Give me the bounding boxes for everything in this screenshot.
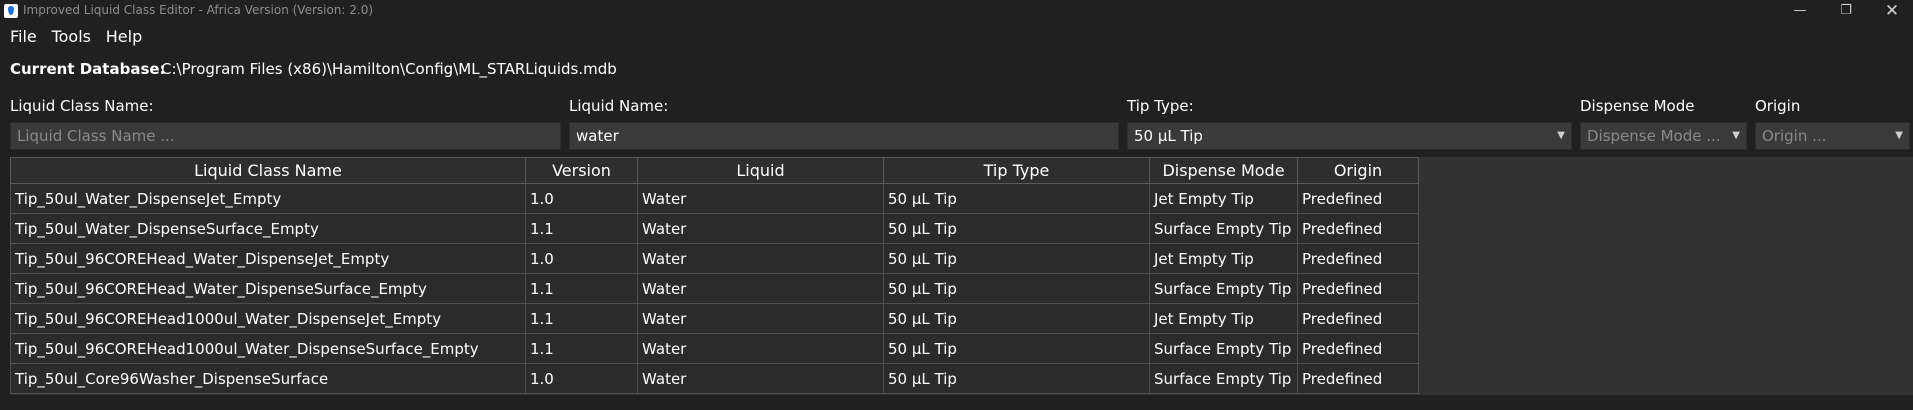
liquid-cell[interactable]: Water [637,333,884,364]
liquid-class-name-cell[interactable]: Tip_50ul_96COREHead1000ul_Water_Dispense… [10,303,526,334]
table-row[interactable]: Tip_50ul_Core96Washer_DispenseSurface 1.0… [10,363,1419,394]
column-header-liquid-class-name[interactable]: Liquid Class Name [10,157,526,184]
origin-placeholder: Origin ... [1762,127,1827,145]
liquid-class-name-cell[interactable]: Tip_50ul_Core96Washer_DispenseSurface [10,363,526,394]
dispense-mode-cell[interactable]: Surface Empty Tip [1149,213,1298,244]
dispense-mode-cell[interactable]: Surface Empty Tip [1149,363,1298,394]
origin-cell[interactable]: Predefined [1297,333,1419,364]
table-row[interactable]: Tip_50ul_96COREHead1000ul_Water_Dispense… [10,333,1419,364]
dispense-mode-cell[interactable]: Jet Empty Tip [1149,243,1298,274]
origin-cell[interactable]: Predefined [1297,363,1419,394]
close-button[interactable]: ✕ [1869,0,1913,22]
column-header-liquid[interactable]: Liquid [637,157,884,184]
chevron-down-icon: ▼ [1732,130,1740,141]
chevron-down-icon: ▼ [1557,130,1565,141]
liquid-class-name-placeholder: Liquid Class Name ... [17,127,175,145]
liquid-cell[interactable]: Water [637,303,884,334]
dispense-mode-cell[interactable]: Surface Empty Tip [1149,273,1298,304]
tip-type-label: Tip Type: [1127,97,1194,115]
liquid-cell[interactable]: Water [637,273,884,304]
version-cell[interactable]: 1.1 [525,273,638,304]
menu-tools[interactable]: Tools [52,27,91,46]
app-drop-icon [4,4,18,18]
menu-file[interactable]: File [10,27,37,46]
origin-cell[interactable]: Predefined [1297,183,1419,214]
liquid-cell[interactable]: Water [637,183,884,214]
table-row[interactable]: Tip_50ul_Water_DispenseJet_Empty 1.0 Water… [10,183,1419,214]
dispense-mode-cell[interactable]: Jet Empty Tip [1149,303,1298,334]
window-title: Improved Liquid Class Editor - Africa Ve… [23,3,374,17]
tip-type-cell[interactable]: 50 µL Tip [883,363,1150,394]
tip-type-value: 50 µL Tip [1134,127,1203,145]
table-row[interactable]: Tip_50ul_96COREHead1000ul_Water_Dispense… [10,303,1419,334]
liquid-class-name-cell[interactable]: Tip_50ul_Water_DispenseJet_Empty [10,183,526,214]
table-row[interactable]: Tip_50ul_96COREHead_Water_DispenseSurfac… [10,273,1419,304]
version-cell[interactable]: 1.0 [525,363,638,394]
column-header-dispense-mode[interactable]: Dispense Mode [1149,157,1298,184]
liquid-class-name-label: Liquid Class Name: [10,97,154,115]
version-cell[interactable]: 1.1 [525,333,638,364]
liquid-name-label: Liquid Name: [569,97,669,115]
origin-cell[interactable]: Predefined [1297,273,1419,304]
chevron-down-icon: ▼ [1895,130,1903,141]
tip-type-cell[interactable]: 50 µL Tip [883,273,1150,304]
dispense-mode-label: Dispense Mode [1580,97,1695,115]
tip-type-cell[interactable]: 50 µL Tip [883,333,1150,364]
liquid-class-name-cell[interactable]: Tip_50ul_Water_DispenseSurface_Empty [10,213,526,244]
liquid-cell[interactable]: Water [637,243,884,274]
liquid-name-input[interactable]: water [569,122,1119,150]
liquid-class-name-cell[interactable]: Tip_50ul_96COREHead1000ul_Water_Dispense… [10,333,526,364]
tip-type-cell[interactable]: 50 µL Tip [883,183,1150,214]
liquid-cell[interactable]: Water [637,213,884,244]
dispense-mode-select[interactable]: Dispense Mode ... ▼ [1580,122,1747,150]
current-database-path: C:\Program Files (x86)\Hamilton\Config\M… [161,60,617,78]
column-header-tip-type[interactable]: Tip Type [883,157,1150,184]
origin-select[interactable]: Origin ... ▼ [1755,122,1910,150]
version-cell[interactable]: 1.1 [525,213,638,244]
menu-bar: File Tools Help [10,27,152,49]
table-row[interactable]: Tip_50ul_Water_DispenseSurface_Empty 1.1 W… [10,213,1419,244]
liquid-class-name-input[interactable]: Liquid Class Name ... [10,122,561,150]
current-database-label: Current Database: [10,60,166,78]
table-header-row: Liquid Class Name Version Liquid Tip Typ… [10,157,1419,184]
origin-cell[interactable]: Predefined [1297,303,1419,334]
tip-type-cell[interactable]: 50 µL Tip [883,303,1150,334]
liquid-name-value: water [576,127,619,145]
dispense-mode-placeholder: Dispense Mode ... [1587,127,1721,145]
version-cell[interactable]: 1.0 [525,183,638,214]
maximize-button[interactable]: ❐ [1823,0,1869,22]
origin-cell[interactable]: Predefined [1297,213,1419,244]
liquid-class-name-cell[interactable]: Tip_50ul_96COREHead_Water_DispenseJet_Em… [10,243,526,274]
version-cell[interactable]: 1.0 [525,243,638,274]
menu-help[interactable]: Help [106,27,142,46]
dispense-mode-cell[interactable]: Surface Empty Tip [1149,333,1298,364]
table-row[interactable]: Tip_50ul_96COREHead_Water_DispenseJet_Em… [10,243,1419,274]
tip-type-select[interactable]: 50 µL Tip ▼ [1127,122,1572,150]
minimize-button[interactable]: — [1777,0,1823,22]
liquid-cell[interactable]: Water [637,363,884,394]
column-header-origin[interactable]: Origin [1297,157,1419,184]
tip-type-cell[interactable]: 50 µL Tip [883,213,1150,244]
version-cell[interactable]: 1.1 [525,303,638,334]
results-table: Liquid Class Name Version Liquid Tip Typ… [10,157,1419,394]
liquid-class-name-cell[interactable]: Tip_50ul_96COREHead_Water_DispenseSurfac… [10,273,526,304]
title-bar: Improved Liquid Class Editor - Africa Ve… [0,0,1913,22]
origin-label: Origin [1755,97,1801,115]
column-header-version[interactable]: Version [525,157,638,184]
tip-type-cell[interactable]: 50 µL Tip [883,243,1150,274]
origin-cell[interactable]: Predefined [1297,243,1419,274]
dispense-mode-cell[interactable]: Jet Empty Tip [1149,183,1298,214]
